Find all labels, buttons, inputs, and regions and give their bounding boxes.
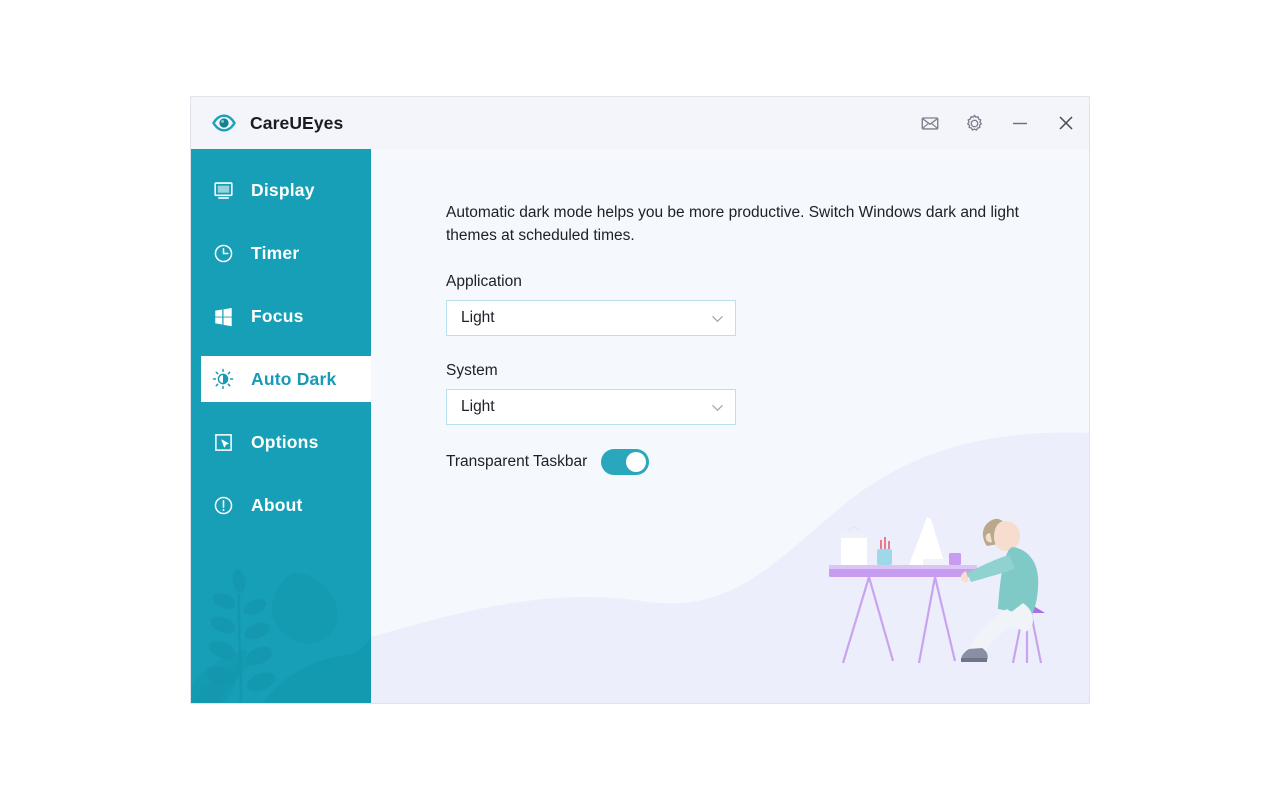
info-circle-icon (211, 493, 235, 517)
person-at-desk-with-laptop-illustration (829, 517, 1045, 664)
toggle-knob (626, 452, 647, 472)
sidebar-item-auto-dark[interactable]: Auto Dark (201, 356, 371, 402)
application-theme-dropdown[interactable]: Light (446, 300, 736, 336)
sidebar-menu: Display Timer Focus Auto Dark Options Ab… (191, 149, 371, 528)
cursor-square-icon (211, 430, 235, 454)
feedback-mail-button[interactable] (907, 97, 952, 149)
titlebar-actions (907, 97, 1089, 149)
app-title: CareUEyes (250, 112, 344, 133)
sidebar-item-display[interactable]: Display (191, 167, 371, 213)
minimize-button[interactable] (997, 97, 1043, 149)
application-theme-value: Light (461, 309, 495, 326)
gear-icon[interactable] (952, 97, 997, 149)
windows-logo-icon (211, 304, 235, 328)
system-label: System (446, 362, 498, 379)
sidebar-item-timer[interactable]: Timer (191, 230, 371, 276)
sidebar-item-label: Auto Dark (251, 368, 337, 389)
sidebar-item-about[interactable]: About (191, 482, 371, 528)
system-theme-dropdown[interactable]: Light (446, 389, 736, 425)
system-theme-value: Light (461, 398, 495, 415)
transparent-taskbar-label: Transparent Taskbar (446, 453, 588, 470)
transparent-taskbar-toggle[interactable] (601, 449, 650, 475)
sidebar-item-label: Focus (251, 305, 304, 326)
panel-content: Automatic dark mode helps you be more pr… (371, 149, 1089, 475)
application-label: Application (446, 273, 522, 290)
brightness-sun-icon (211, 367, 235, 391)
careueyes-window: CareUEyes Display Timer Focus Auto Dark … (190, 96, 1090, 704)
close-button[interactable] (1043, 97, 1089, 149)
sidebar-item-focus[interactable]: Focus (191, 293, 371, 339)
sidebar-leaf-decoration (191, 569, 371, 703)
sidebar: Display Timer Focus Auto Dark Options Ab… (191, 149, 371, 703)
chevron-down-icon (710, 400, 725, 415)
title-bar: CareUEyes (191, 97, 1089, 149)
sidebar-item-label: Options (251, 431, 319, 452)
chevron-down-icon (710, 311, 725, 326)
eye-icon (209, 108, 239, 138)
sidebar-item-label: About (251, 494, 303, 515)
sidebar-item-label: Timer (251, 242, 300, 263)
intro-description: Automatic dark mode helps you be more pr… (446, 204, 1019, 244)
monitor-icon (211, 178, 235, 202)
transparent-taskbar-row: Transparent Taskbar (446, 449, 1089, 475)
clock-icon (211, 241, 235, 265)
main-panel: Automatic dark mode helps you be more pr… (371, 149, 1089, 703)
sidebar-item-options[interactable]: Options (191, 419, 371, 465)
sidebar-item-label: Display (251, 179, 315, 200)
